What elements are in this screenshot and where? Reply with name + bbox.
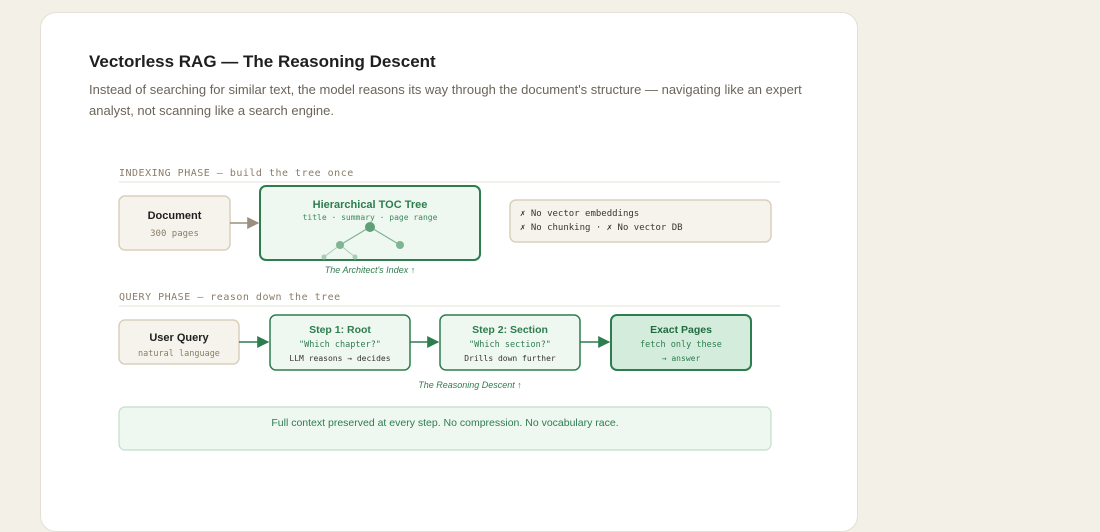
exact-pages-line1: fetch only these: [640, 340, 722, 350]
toc-tree-node: Hierarchical TOC Tree title · summary · …: [259, 185, 481, 261]
exact-pages-title: Exact Pages: [650, 324, 712, 336]
document-detail: 300 pages: [150, 229, 199, 239]
step1-title: Step 1: Root: [309, 324, 371, 336]
user-query-title: User Query: [149, 332, 209, 344]
step2-question: "Which section?": [469, 340, 551, 350]
note-line-2: ✗ No chunking · ✗ No vector DB: [520, 223, 683, 233]
step2-title: Step 2: Section: [472, 324, 548, 336]
document-title: Document: [148, 210, 202, 222]
exact-pages-line2: → answer: [662, 354, 701, 363]
indexing-phase-label: INDEXING PHASE — build the tree once: [119, 168, 354, 179]
rag-flow-diagram: INDEXING PHASE — build the tree once Doc…: [118, 168, 780, 451]
architect-index-caption: The Architect's Index ↑: [325, 265, 415, 275]
query-phase-label: QUERY PHASE — reason down the tree: [119, 292, 341, 303]
toc-tree-title: Hierarchical TOC Tree: [313, 199, 428, 211]
user-query-detail: natural language: [138, 349, 220, 359]
step1-root-node: Step 1: Root "Which chapter?" LLM reason…: [269, 314, 411, 371]
document-node: Document 300 pages: [118, 195, 231, 251]
step2-detail: Drills down further: [464, 354, 556, 363]
reasoning-descent-caption: The Reasoning Descent ↑: [418, 380, 522, 390]
user-query-node: User Query natural language: [118, 319, 240, 365]
step2-section-node: Step 2: Section "Which section?" Drills …: [439, 314, 581, 371]
footer-text: Full context preserved at every step. No…: [271, 417, 618, 429]
footer-banner: Full context preserved at every step. No…: [118, 406, 772, 451]
note-line-1: ✗ No vector embeddings: [520, 209, 639, 219]
no-vector-notes: ✗ No vector embeddings ✗ No chunking · ✗…: [509, 199, 772, 243]
toc-tree-detail: title · summary · page range: [303, 213, 438, 222]
step1-detail: LLM reasons → decides: [289, 354, 390, 363]
step1-question: "Which chapter?": [299, 340, 381, 350]
exact-pages-node: Exact Pages fetch only these → answer: [610, 314, 752, 371]
